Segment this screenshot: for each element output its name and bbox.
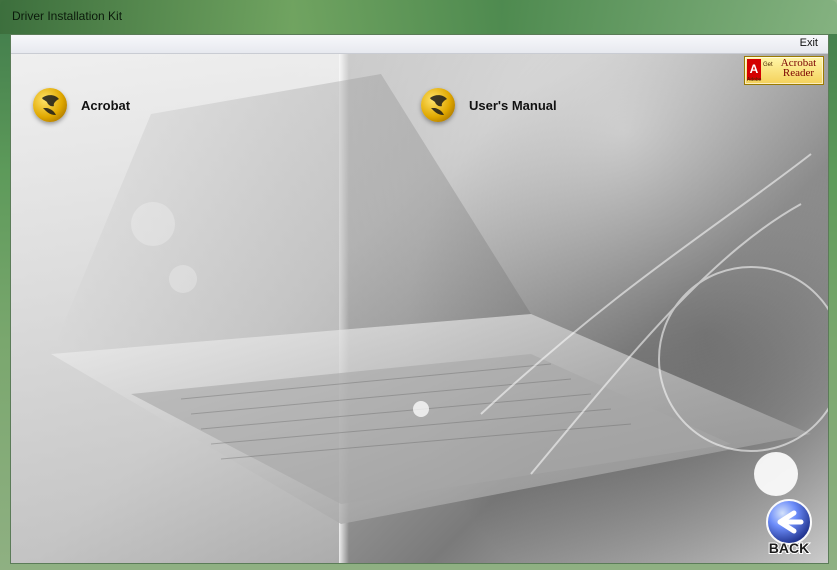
window-title: Driver Installation Kit bbox=[12, 9, 123, 23]
badge-get-text: Get bbox=[763, 62, 773, 68]
badge-brand-text: Adobe bbox=[747, 77, 762, 83]
globe-icon bbox=[421, 88, 455, 122]
background-art: Acrobat User's Manual A Get Acrobat Read… bbox=[11, 54, 828, 563]
menu-bar: Exit bbox=[11, 35, 828, 54]
users-manual-label: User's Manual bbox=[469, 97, 557, 113]
back-icon: BACK bbox=[766, 499, 812, 557]
laptop-illustration bbox=[51, 74, 828, 524]
title-bar: Driver Installation Kit bbox=[0, 0, 837, 34]
users-manual-link[interactable]: User's Manual bbox=[421, 88, 557, 122]
exit-menu-item[interactable]: Exit bbox=[800, 37, 818, 49]
back-button[interactable]: BACK bbox=[758, 495, 820, 557]
globe-icon bbox=[33, 88, 67, 122]
app-client-area: Exit Acrobat User's Manual A Get Acrobat… bbox=[10, 34, 829, 564]
back-label: BACK bbox=[769, 540, 809, 556]
acrobat-label: Acrobat bbox=[81, 97, 131, 113]
badge-main-text: Acrobat Reader bbox=[780, 57, 817, 79]
get-acrobat-reader-badge[interactable]: A Get Acrobat Reader Adobe bbox=[744, 56, 824, 85]
acrobat-link[interactable]: Acrobat bbox=[33, 88, 130, 122]
app-window: Driver Installation Kit Exit Acrobat Use… bbox=[0, 0, 837, 570]
